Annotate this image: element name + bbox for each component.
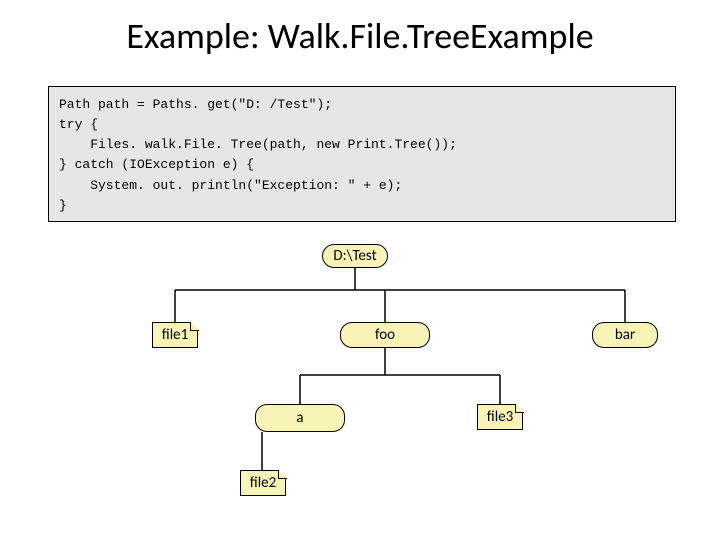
tree-file-file3: file3 xyxy=(477,404,523,430)
code-block: Path path = Paths. get("D: /Test"); try … xyxy=(48,86,676,222)
tree-node-root: D:\Test xyxy=(322,244,388,268)
tree-file-file1: file1 xyxy=(152,322,198,348)
tree-node-foo: foo xyxy=(340,322,430,348)
tree-file-file2: file2 xyxy=(240,470,286,496)
tree-node-bar: bar xyxy=(592,322,658,348)
slide-title: Example: Walk.File.TreeExample xyxy=(0,0,720,64)
tree-node-a: a xyxy=(255,404,345,432)
tree-connectors xyxy=(0,0,720,540)
